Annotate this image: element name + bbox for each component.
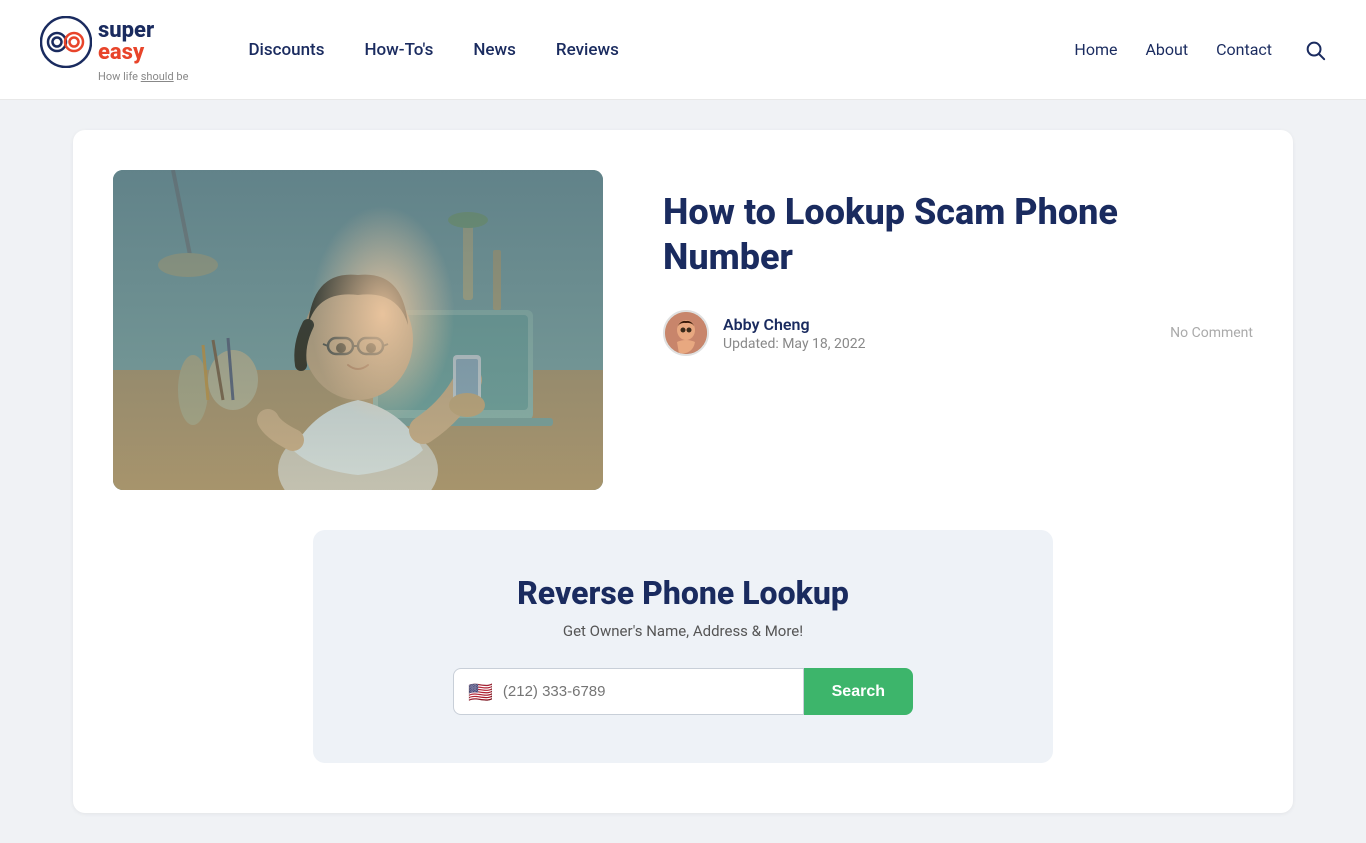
widget-title: Reverse Phone Lookup — [517, 574, 849, 612]
widget-subtitle: Get Owner's Name, Address & More! — [563, 622, 803, 640]
search-icon — [1304, 39, 1326, 61]
avatar-image — [665, 312, 707, 354]
logo-icon — [40, 16, 92, 68]
logo-easy: easy — [98, 42, 154, 64]
main-nav: Discounts How-To's News Reviews — [248, 40, 618, 60]
author-avatar — [663, 310, 709, 356]
phone-input-wrapper: 🇺🇸 — [453, 668, 804, 715]
author-row: Abby Cheng Updated: May 18, 2022 No Comm… — [663, 310, 1253, 356]
phone-number-input[interactable] — [503, 669, 789, 714]
header-search-button[interactable] — [1304, 39, 1326, 61]
phone-lookup-widget: Reverse Phone Lookup Get Owner's Name, A… — [313, 530, 1053, 763]
no-comment-label: No Comment — [1170, 325, 1253, 341]
us-flag-icon: 🇺🇸 — [468, 682, 493, 702]
site-header: super easy How life should be Discounts … — [0, 0, 1366, 100]
header-left: super easy How life should be Discounts … — [40, 16, 619, 83]
author-name: Abby Cheng — [723, 315, 1156, 334]
page-wrapper: How to Lookup Scam Phone Number — [43, 130, 1323, 813]
site-logo[interactable]: super easy How life should be — [40, 16, 188, 83]
article-hero-image — [113, 170, 603, 490]
widget-input-row: 🇺🇸 Search — [453, 668, 913, 715]
article-image-wrapper — [113, 170, 603, 490]
nav-item-news[interactable]: News — [473, 40, 516, 60]
nav-home[interactable]: Home — [1074, 40, 1117, 59]
author-date: Updated: May 18, 2022 — [723, 336, 1156, 352]
article-title: How to Lookup Scam Phone Number — [663, 190, 1253, 280]
logo-tagline: How life should be — [98, 70, 188, 83]
logo-super: super — [98, 20, 154, 42]
hero-illustration — [113, 170, 603, 490]
phone-search-button[interactable]: Search — [804, 668, 913, 715]
nav-contact[interactable]: Contact — [1216, 40, 1272, 59]
nav-item-reviews[interactable]: Reviews — [556, 40, 619, 60]
logo-text: super easy — [98, 20, 154, 64]
article-meta: How to Lookup Scam Phone Number — [663, 170, 1253, 362]
nav-item-discounts[interactable]: Discounts — [248, 40, 324, 60]
nav-about[interactable]: About — [1145, 40, 1188, 59]
article-top: How to Lookup Scam Phone Number — [113, 170, 1253, 490]
author-info: Abby Cheng Updated: May 18, 2022 — [723, 315, 1156, 352]
article-card: How to Lookup Scam Phone Number — [73, 130, 1293, 813]
nav-item-howtos[interactable]: How-To's — [364, 40, 433, 60]
header-right: Home About Contact — [1074, 39, 1326, 61]
secondary-nav: Home About Contact — [1074, 40, 1272, 59]
